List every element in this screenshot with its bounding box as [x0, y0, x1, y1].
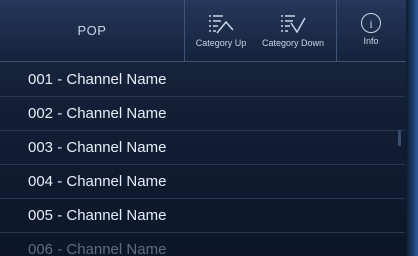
channel-list: 001 - Channel Name 002 - Channel Name 00… [0, 62, 408, 256]
channel-row[interactable]: 005 - Channel Name [0, 198, 405, 233]
channel-label: 005 - Channel Name [28, 206, 167, 224]
category-up-label: Category Up [195, 38, 247, 48]
category-down-label: Category Down [261, 38, 325, 48]
radio-screen: POP Category Up Category Down i Info 001… [0, 0, 418, 256]
channel-label: 006 - Channel Name [28, 240, 167, 256]
category-down-button[interactable]: Category Down [258, 0, 328, 61]
channel-label: 001 - Channel Name [28, 70, 167, 88]
info-icon: i [361, 13, 381, 33]
info-label: Info [363, 36, 379, 46]
scrollbar[interactable] [398, 130, 401, 146]
channel-row[interactable]: 006 - Channel Name [0, 232, 405, 256]
channel-row[interactable]: 004 - Channel Name [0, 164, 405, 199]
top-bar: POP Category Up Category Down i Info [0, 0, 418, 62]
channel-label: 002 - Channel Name [28, 104, 167, 122]
list-arrow-down-icon [281, 15, 306, 34]
info-button[interactable]: i Info [341, 0, 401, 61]
list-arrow-up-icon [209, 15, 234, 34]
screen-edge [406, 0, 418, 256]
divider [336, 0, 337, 61]
channel-row[interactable]: 002 - Channel Name [0, 96, 405, 131]
channel-label: 003 - Channel Name [28, 138, 167, 156]
channel-label: 004 - Channel Name [28, 172, 167, 190]
channel-row[interactable]: 001 - Channel Name [0, 62, 405, 97]
category-up-button[interactable]: Category Up [190, 0, 252, 61]
divider [184, 0, 185, 61]
channel-row[interactable]: 003 - Channel Name [0, 130, 405, 165]
category-title: POP [77, 23, 107, 38]
